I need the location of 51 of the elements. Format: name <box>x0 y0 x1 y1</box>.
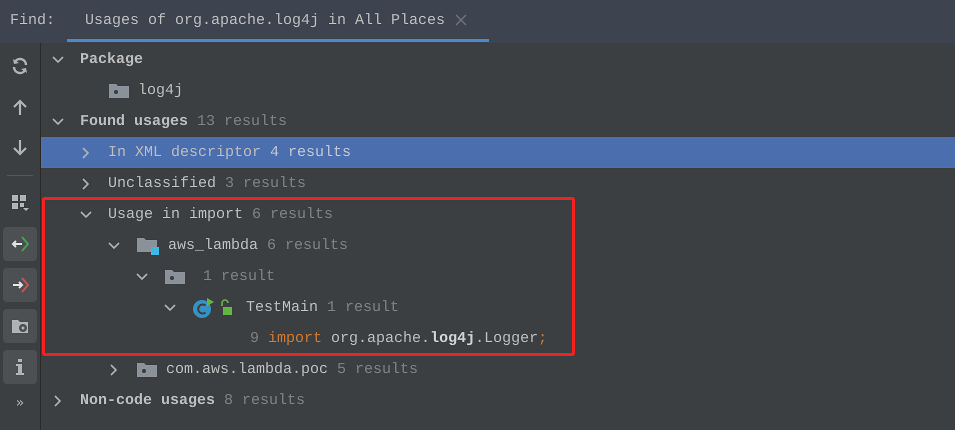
tree-row[interactable]: log4j <box>41 75 955 106</box>
result-count: 4 results <box>270 144 352 161</box>
tree-row[interactable]: com.aws.lambda.poc 5 results <box>41 354 955 385</box>
toolbar-button[interactable] <box>3 227 37 261</box>
node-label: log4j <box>138 82 184 99</box>
toolbar-button[interactable] <box>3 268 37 302</box>
module-folder-icon <box>136 236 160 256</box>
grid-icon <box>11 194 29 212</box>
node-label: Non-code usages <box>80 392 216 409</box>
node-label: Found usages <box>80 113 188 130</box>
tree-row[interactable]: Found usages 13 results <box>41 106 955 137</box>
toolbar-button[interactable] <box>3 309 37 343</box>
tree-row[interactable]: 9 import org.apache.log4j.Logger; <box>41 323 955 354</box>
package-folder-icon <box>136 360 158 378</box>
node-label: TestMain <box>246 299 318 316</box>
node-label: com.aws.lambda.poc <box>166 361 328 378</box>
result-count: 1 result <box>327 299 400 316</box>
results-tab[interactable]: Usages of org.apache.log4j in All Places <box>67 2 490 42</box>
line-number: 9 <box>250 330 260 347</box>
node-label: Usage in import <box>108 206 244 223</box>
result-count: 13 results <box>197 113 288 130</box>
tree-row[interactable]: In XML descriptor 4 results <box>41 137 955 168</box>
tree-row[interactable]: Package <box>41 44 955 75</box>
result-count: 3 results <box>225 175 306 192</box>
arrow-diamond-icon <box>11 276 29 294</box>
close-icon <box>455 14 468 26</box>
node-label: Unclassified <box>108 175 216 192</box>
refresh-icon <box>11 57 29 75</box>
node-label: aws_lambda <box>168 237 258 254</box>
tree-row[interactable]: aws_lambda 6 results <box>41 230 955 261</box>
more-button[interactable]: » <box>3 391 37 415</box>
node-label: In XML descriptor <box>108 144 262 161</box>
node-label: Package <box>80 51 144 68</box>
result-count: 1 result <box>203 268 276 285</box>
package-folder-icon <box>164 268 186 286</box>
result-count: 6 results <box>267 237 348 254</box>
result-count: 5 results <box>337 361 418 378</box>
package-folder-icon <box>108 82 130 100</box>
tree-row[interactable]: Unclassified 3 results <box>41 168 955 199</box>
tree-row[interactable]: Usage in import 6 results <box>41 199 955 230</box>
folder-gear-icon <box>11 317 29 335</box>
result-count: 8 results <box>224 392 306 409</box>
up-arrow-icon <box>11 98 29 116</box>
toolbar-button[interactable] <box>3 350 37 384</box>
result-count: 6 results <box>252 206 334 223</box>
code-line: import org.apache.log4j.Logger; <box>268 330 548 347</box>
arrow-diamond-icon <box>11 235 29 253</box>
tree-row[interactable]: TestMain 1 result <box>41 292 955 323</box>
down-arrow-icon <box>11 139 29 157</box>
find-label: Find: <box>10 12 56 28</box>
tree-row[interactable]: Non-code usages 8 results <box>41 385 955 416</box>
